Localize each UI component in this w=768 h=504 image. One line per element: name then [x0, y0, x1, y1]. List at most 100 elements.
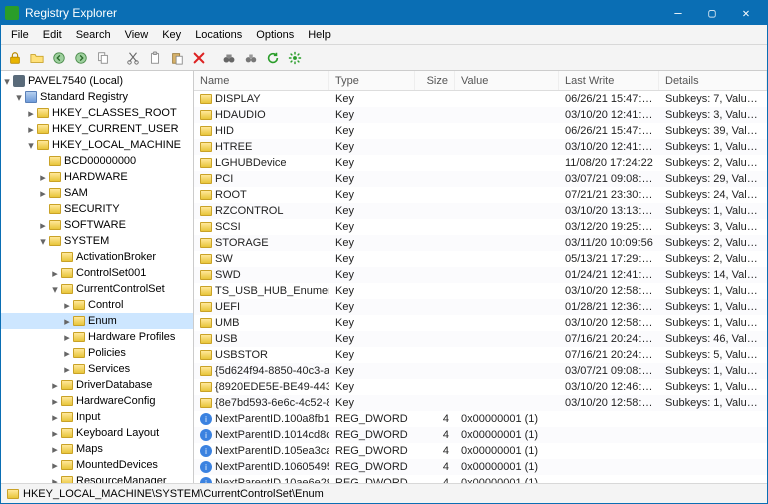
menu-search[interactable]: Search [70, 27, 117, 43]
tree-key[interactable]: ▸DriverDatabase [1, 377, 193, 393]
menu-options[interactable]: Options [250, 27, 300, 43]
col-details[interactable]: Details [659, 71, 767, 90]
table-row[interactable]: TS_USB_HUB_EnumeratorKey03/10/20 12:58:3… [194, 283, 767, 299]
table-row[interactable]: {8920EDE5E-BE49-443c-A0B3-005D7…Key03/10… [194, 379, 767, 395]
row-name: NextParentID.105ea3ca.7 [215, 445, 329, 457]
row-last-write: 03/10/20 12:58:32 [559, 317, 659, 329]
paste-icon[interactable] [167, 48, 187, 68]
binoculars-icon[interactable] [219, 48, 239, 68]
refresh-icon[interactable] [263, 48, 283, 68]
folder-open-icon[interactable] [27, 48, 47, 68]
row-last-write: 03/11/20 10:09:56 [559, 237, 659, 249]
tree-key[interactable]: ▸Keyboard Layout [1, 425, 193, 441]
tree-key-selected[interactable]: ▸Enum [1, 313, 193, 329]
table-row[interactable]: UMBKey03/10/20 12:58:32Subkeys: 1, Value… [194, 315, 767, 331]
clipboard-icon[interactable] [145, 48, 165, 68]
tree-key[interactable]: SECURITY [1, 201, 193, 217]
folder-icon [200, 142, 212, 152]
table-row[interactable]: RZCONTROLKey03/10/20 13:13:48Subkeys: 1,… [194, 203, 767, 219]
tree-key[interactable]: ▸HardwareConfig [1, 393, 193, 409]
row-name: PCI [215, 173, 233, 185]
col-name[interactable]: Name [194, 71, 329, 90]
close-button[interactable]: ✕ [729, 1, 763, 25]
row-last-write: 01/24/21 12:41:37 [559, 269, 659, 281]
table-row[interactable]: iNextParentID.10ae6e29.3REG_DWORD40x0000… [194, 475, 767, 483]
menu-view[interactable]: View [119, 27, 155, 43]
row-value: 0x00000001 (1) [455, 445, 559, 457]
find-icon[interactable] [241, 48, 261, 68]
table-row[interactable]: USBSTORKey07/16/21 20:24:53Subkeys: 5, V… [194, 347, 767, 363]
table-row[interactable]: {5d624f94-8850-40c3-a3fa-a4fd208…Key03/0… [194, 363, 767, 379]
col-size[interactable]: Size [415, 71, 455, 90]
tree-key[interactable]: ▸SAM [1, 185, 193, 201]
table-row[interactable]: iNextParentID.10605495.7REG_DWORD40x0000… [194, 459, 767, 475]
tree-key[interactable]: ▸Control [1, 297, 193, 313]
delete-icon[interactable] [189, 48, 209, 68]
table-row[interactable]: SCSIKey03/12/20 19:25:17Subkeys: 3, Valu… [194, 219, 767, 235]
tree-key[interactable]: ▸HARDWARE [1, 169, 193, 185]
folder-icon [200, 334, 212, 344]
table-row[interactable]: {8e7bd593-6e6c-4c52-86a6-771754…Key03/10… [194, 395, 767, 411]
table-row[interactable]: UEFIKey01/28/21 12:36:54Subkeys: 1, Valu… [194, 299, 767, 315]
table-row[interactable]: PCIKey03/07/21 09:08:20Subkeys: 29, Valu… [194, 171, 767, 187]
table-row[interactable]: iNextParentID.105ea3ca.7REG_DWORD40x0000… [194, 443, 767, 459]
row-details: Subkeys: 29, Values: 0 [659, 173, 767, 185]
col-value[interactable]: Value [455, 71, 559, 90]
row-name: STORAGE [215, 237, 269, 249]
tree-key[interactable]: ▸Services [1, 361, 193, 377]
gear-icon[interactable] [285, 48, 305, 68]
row-details: Subkeys: 2, Values: 0 [659, 253, 767, 265]
table-row[interactable]: LGHUBDeviceKey11/08/20 17:24:22Subkeys: … [194, 155, 767, 171]
table-row[interactable]: STORAGEKey03/11/20 10:09:56Subkeys: 2, V… [194, 235, 767, 251]
tree-key[interactable]: ActivationBroker [1, 249, 193, 265]
tree-key[interactable]: ▾HKEY_LOCAL_MACHINE [1, 137, 193, 153]
col-last-write[interactable]: Last Write [559, 71, 659, 90]
titlebar[interactable]: Registry Explorer — ▢ ✕ [1, 1, 767, 25]
row-last-write: 03/10/20 12:41:40 [559, 109, 659, 121]
table-row[interactable]: iNextParentID.1014cd8c.8REG_DWORD40x0000… [194, 427, 767, 443]
table-row[interactable]: ROOTKey07/21/21 23:30:30Subkeys: 24, Val… [194, 187, 767, 203]
tree-key[interactable]: ▸MountedDevices [1, 457, 193, 473]
row-value: 0x00000001 (1) [455, 413, 559, 425]
tree-root[interactable]: ▾PAVEL7540 (Local) [1, 73, 193, 89]
lock-icon[interactable] [5, 48, 25, 68]
tree-key[interactable]: BCD00000000 [1, 153, 193, 169]
col-type[interactable]: Type [329, 71, 415, 90]
menu-file[interactable]: File [5, 27, 35, 43]
maximize-button[interactable]: ▢ [695, 1, 729, 25]
tree-key[interactable]: ▸Maps [1, 441, 193, 457]
menu-help[interactable]: Help [302, 27, 337, 43]
tree-key[interactable]: ▸ControlSet001 [1, 265, 193, 281]
tree-key[interactable]: ▾CurrentControlSet [1, 281, 193, 297]
tree-key[interactable]: ▸HKEY_CLASSES_ROOT [1, 105, 193, 121]
cut-icon[interactable] [123, 48, 143, 68]
table-row[interactable]: SWKey05/13/21 17:29:08Subkeys: 2, Values… [194, 251, 767, 267]
tree-key[interactable]: ▸Policies [1, 345, 193, 361]
tree-pane[interactable]: ▾PAVEL7540 (Local) ▾Standard Registry ▸H… [1, 71, 194, 483]
table-row[interactable]: DISPLAYKey06/26/21 15:47:49Subkeys: 7, V… [194, 91, 767, 107]
table-row[interactable]: SWDKey01/24/21 12:41:37Subkeys: 14, Valu… [194, 267, 767, 283]
folder-icon [7, 489, 19, 499]
row-type: Key [329, 237, 415, 249]
tree-key[interactable]: ▸Input [1, 409, 193, 425]
tree-hive[interactable]: ▾Standard Registry [1, 89, 193, 105]
minimize-button[interactable]: — [661, 1, 695, 25]
table-row[interactable]: HTREEKey03/10/20 12:41:24Subkeys: 1, Val… [194, 139, 767, 155]
tree-key[interactable]: ▸ResourceManager [1, 473, 193, 483]
nav-back-icon[interactable] [49, 48, 69, 68]
menu-key[interactable]: Key [156, 27, 187, 43]
table-row[interactable]: iNextParentID.100a8fb1.6REG_DWORD40x0000… [194, 411, 767, 427]
nav-forward-icon[interactable] [71, 48, 91, 68]
copy-icon[interactable] [93, 48, 113, 68]
table-row[interactable]: USBKey07/16/21 20:24:53Subkeys: 46, Valu… [194, 331, 767, 347]
tree-key[interactable]: ▸Hardware Profiles [1, 329, 193, 345]
tree-key[interactable]: ▾SYSTEM [1, 233, 193, 249]
row-name: SWD [215, 269, 241, 281]
menu-locations[interactable]: Locations [189, 27, 248, 43]
tree-key[interactable]: ▸HKEY_CURRENT_USER [1, 121, 193, 137]
list-body[interactable]: DISPLAYKey06/26/21 15:47:49Subkeys: 7, V… [194, 91, 767, 483]
menu-edit[interactable]: Edit [37, 27, 68, 43]
table-row[interactable]: HDAUDIOKey03/10/20 12:41:40Subkeys: 3, V… [194, 107, 767, 123]
tree-key[interactable]: ▸SOFTWARE [1, 217, 193, 233]
table-row[interactable]: HIDKey06/26/21 15:47:49Subkeys: 39, Valu… [194, 123, 767, 139]
